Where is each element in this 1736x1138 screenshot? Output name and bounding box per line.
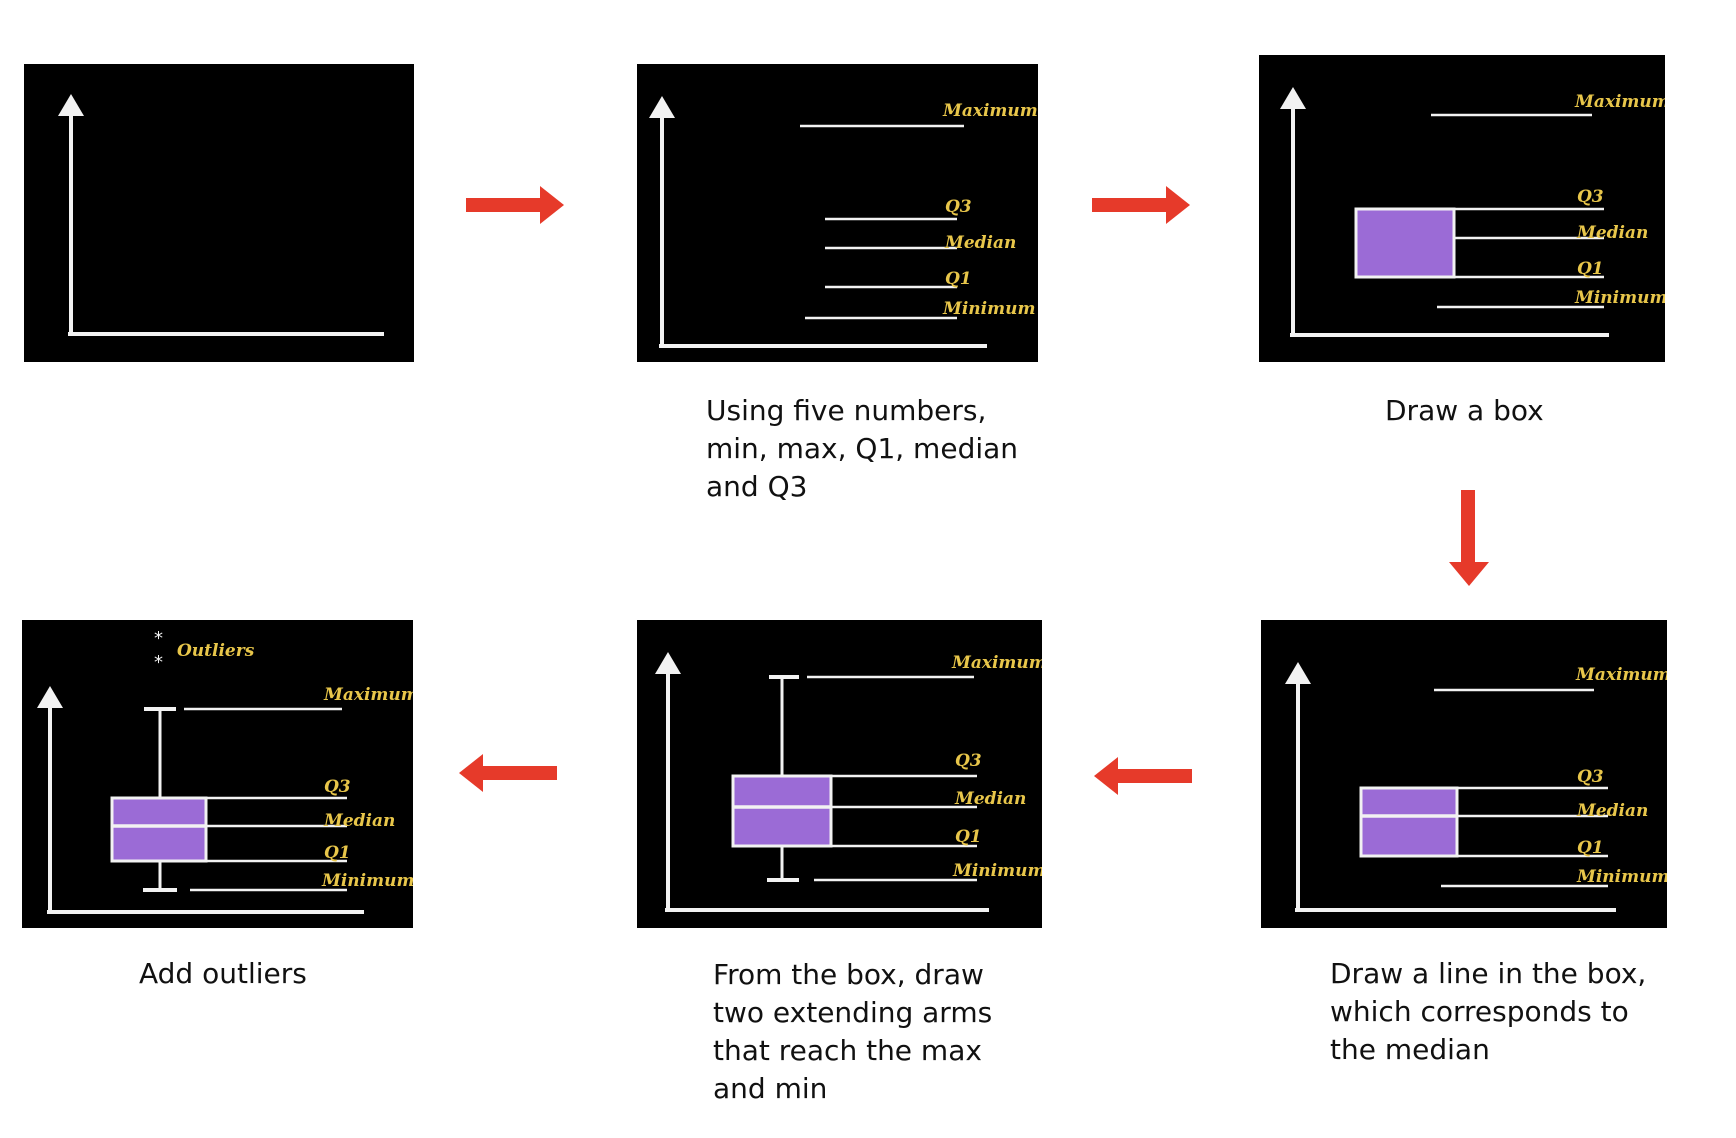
median-box-diagram: Maximum Q3 Median Q1 Minimum bbox=[1285, 662, 1667, 912]
minimum-label: Minimum bbox=[1574, 288, 1665, 308]
caption-step-2: Using five numbers, min, max, Q1, median… bbox=[706, 394, 1019, 503]
box-diagram: Maximum Q3 Median Q1 Minimum bbox=[1280, 87, 1665, 337]
median-label: Median bbox=[1576, 223, 1648, 243]
minimum-label: Minimum bbox=[952, 861, 1042, 881]
q3-label: Q3 bbox=[324, 777, 351, 797]
q1-label: Q1 bbox=[1577, 838, 1604, 858]
whisker-diagram: Maximum Q3 Median Q1 Minimum bbox=[655, 652, 1042, 912]
panel-step-1 bbox=[24, 64, 414, 362]
maximum-label: Maximum bbox=[942, 101, 1038, 121]
arrow-down-icon bbox=[1449, 490, 1489, 586]
q1-label: Q1 bbox=[955, 827, 982, 847]
panel-step-3: Maximum Q3 Median Q1 Minimum bbox=[1259, 55, 1665, 362]
arrow-right-icon bbox=[466, 186, 564, 224]
q3-label: Q3 bbox=[955, 751, 982, 771]
q1-label: Q1 bbox=[1577, 259, 1604, 279]
caption-step-6: Add outliers bbox=[139, 957, 307, 990]
q3-label: Q3 bbox=[1577, 767, 1604, 787]
maximum-label: Maximum bbox=[323, 685, 413, 705]
panel-step-6: * * Outliers Maximum Q3 Median Q1 Minimu… bbox=[22, 620, 413, 928]
axes-diagram bbox=[58, 94, 384, 336]
minimum-label: Minimum bbox=[942, 299, 1035, 319]
minimum-label: Minimum bbox=[1576, 867, 1667, 887]
axis-arrowhead-icon bbox=[37, 686, 63, 708]
median-label: Median bbox=[954, 789, 1026, 809]
outlier-point-upper: * bbox=[154, 628, 163, 649]
axis-arrowhead-icon bbox=[1285, 662, 1311, 684]
median-label: Median bbox=[323, 811, 395, 831]
quartile-box bbox=[1359, 786, 1459, 858]
arrow-left-icon bbox=[1094, 757, 1192, 795]
axis-arrowhead-icon bbox=[1280, 87, 1306, 109]
arrow-right-icon bbox=[1092, 186, 1190, 224]
axis-arrowhead-icon bbox=[58, 94, 84, 116]
outlier-diagram: * * Outliers Maximum Q3 Median Q1 Minimu… bbox=[37, 628, 413, 914]
q3-label: Q3 bbox=[1577, 187, 1604, 207]
caption-step-4: Draw a line in the box, which correspond… bbox=[1330, 957, 1647, 1066]
outlier-point-lower: * bbox=[154, 652, 163, 673]
panel-step-2: Maximum Q3 Median Q1 Minimum bbox=[637, 64, 1038, 362]
axis-arrowhead-icon bbox=[649, 96, 675, 118]
q3-label: Q3 bbox=[945, 197, 972, 217]
q1-label: Q1 bbox=[945, 269, 972, 289]
outliers-label: Outliers bbox=[177, 641, 255, 661]
quartile-box bbox=[1354, 207, 1456, 279]
arrow-left-icon bbox=[459, 754, 557, 792]
maximum-label: Maximum bbox=[1575, 665, 1667, 685]
panel-step-5: Maximum Q3 Median Q1 Minimum bbox=[637, 620, 1042, 928]
q1-label: Q1 bbox=[324, 843, 351, 863]
quartile-box bbox=[110, 796, 208, 863]
median-label: Median bbox=[1576, 801, 1648, 821]
minimum-label: Minimum bbox=[321, 871, 413, 891]
caption-step-3: Draw a box bbox=[1385, 394, 1544, 427]
axis-arrowhead-icon bbox=[655, 652, 681, 674]
maximum-label: Maximum bbox=[951, 653, 1042, 673]
maximum-label: Maximum bbox=[1574, 92, 1665, 112]
caption-step-5: From the box, draw two extending arms th… bbox=[713, 958, 993, 1105]
five-number-diagram: Maximum Q3 Median Q1 Minimum bbox=[649, 96, 1038, 348]
quartile-box bbox=[731, 774, 833, 848]
median-label: Median bbox=[944, 233, 1016, 253]
panel-step-4: Maximum Q3 Median Q1 Minimum bbox=[1261, 620, 1667, 928]
